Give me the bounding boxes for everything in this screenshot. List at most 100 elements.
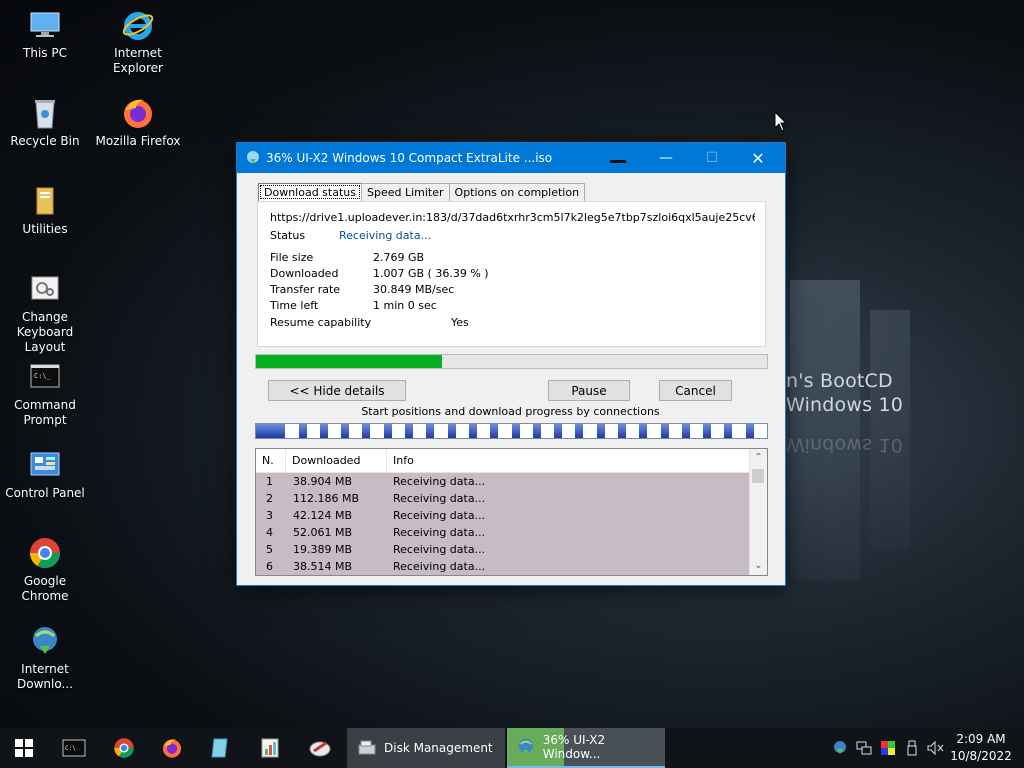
scrollbar-thumb[interactable]: [752, 469, 764, 483]
taskbar: C:\ Disk Management 36% UI-X2 Window... …: [0, 728, 1024, 768]
row-number: 1: [266, 475, 273, 488]
cancel-button[interactable]: Cancel: [659, 380, 732, 401]
taskbar-chrome[interactable]: [100, 728, 148, 768]
row-info: Receiving data...: [393, 509, 486, 522]
desktop-icon-control-panel[interactable]: Control Panel: [0, 448, 90, 501]
window-titlebar[interactable]: 36% UI-X2 Windows 10 Compact ExtraLite .…: [237, 143, 785, 173]
download-progress-bar: [255, 354, 768, 369]
idm-icon: [518, 738, 533, 755]
row-downloaded: 19.389 MB: [293, 543, 353, 556]
tray-network-icon[interactable]: [853, 728, 875, 768]
row-number: 2: [266, 492, 273, 505]
hide-details-button[interactable]: << Hide details: [268, 380, 406, 401]
drag-handle-icon: [610, 160, 626, 163]
desktop-icon-utilities[interactable]: Utilities: [0, 184, 90, 237]
connection-segment: [682, 424, 690, 438]
list-header: N. Downloaded Info: [256, 449, 750, 473]
table-row[interactable]: 4 52.061 MB Receiving data...: [256, 524, 750, 541]
table-row[interactable]: 2 112.186 MB Receiving data...: [256, 490, 750, 507]
internet-explorer-icon: [121, 8, 155, 42]
tray-idm-icon[interactable]: [829, 728, 851, 768]
row-downloaded: 52.061 MB: [293, 526, 353, 539]
column-header-downloaded[interactable]: Downloaded: [286, 449, 387, 472]
taskbar-app-label: Disk Management: [384, 741, 493, 755]
chevron-down-icon[interactable]: ⌄: [750, 557, 767, 574]
tray-usb-icon[interactable]: [901, 728, 923, 768]
desktop-icon-label: Change Keyboard Layout: [16, 310, 74, 354]
recycle-bin-icon: [28, 96, 62, 130]
row-downloaded: 42.124 MB: [293, 509, 353, 522]
download-window: 36% UI-X2 Windows 10 Compact ExtraLite .…: [236, 142, 786, 586]
taskbar-command-prompt[interactable]: C:\: [50, 728, 98, 768]
tab-download-status[interactable]: Download status: [258, 183, 362, 201]
list-scrollbar[interactable]: ⌃ ⌄: [749, 449, 767, 575]
taskbar-idm-download[interactable]: 36% UI-X2 Window...: [507, 728, 665, 768]
desktop-icon-internet-download-manager[interactable]: Internet Downlo...: [0, 624, 90, 692]
desktop-icon-command-prompt[interactable]: C:\_ Command Prompt: [0, 360, 90, 428]
desktop-icon-mozilla-firefox[interactable]: Mozilla Firefox: [93, 96, 183, 149]
row-info: Receiving data...: [393, 526, 486, 539]
start-button[interactable]: [0, 728, 48, 768]
table-row[interactable]: 3 42.124 MB Receiving data...: [256, 507, 750, 524]
row-info: Receiving data...: [393, 543, 486, 556]
chrome-icon: [28, 536, 62, 570]
column-header-n[interactable]: N.: [256, 449, 286, 472]
close-button[interactable]: ✕: [735, 143, 781, 173]
taskbar-firefox[interactable]: [148, 728, 196, 768]
desktop-icon-internet-explorer[interactable]: Internet Explorer: [93, 8, 183, 76]
connection-segment: [512, 424, 520, 438]
connection-segment: [724, 424, 732, 438]
taskbar-app-chart[interactable]: [246, 728, 294, 768]
download-status-panel: https://drive1.uploadever.in:183/d/37dad…: [257, 201, 766, 347]
row-number: 4: [266, 526, 273, 539]
time-left-label: Time left: [270, 299, 319, 312]
taskbar-app-notes[interactable]: [196, 728, 244, 768]
display-settings-icon: [881, 741, 895, 755]
idm-icon: [28, 624, 62, 658]
desktop-icon-recycle-bin[interactable]: Recycle Bin: [0, 96, 90, 149]
chart-doc-icon: [261, 738, 279, 758]
maximize-button[interactable]: ☐: [689, 143, 735, 173]
taskbar-disk-management[interactable]: Disk Management: [347, 728, 505, 768]
tray-display-icon[interactable]: [877, 728, 899, 768]
file-size-label: File size: [270, 251, 314, 264]
table-row[interactable]: 1 38.904 MB Receiving data...: [256, 473, 750, 490]
connection-segment: [362, 424, 370, 438]
row-downloaded: 112.186 MB: [293, 492, 360, 505]
desktop-icon-this-pc[interactable]: This PC: [0, 8, 90, 61]
tab-speed-limiter[interactable]: Speed Limiter: [360, 183, 450, 201]
desktop-icon-change-keyboard-layout[interactable]: Change Keyboard Layout: [0, 272, 90, 355]
chevron-up-icon[interactable]: ⌃: [750, 449, 767, 466]
row-info: Receiving data...: [393, 492, 486, 505]
folder-icon: [28, 184, 62, 218]
row-info: Receiving data...: [393, 475, 486, 488]
windows-logo-icon: [15, 739, 33, 757]
pause-button[interactable]: Pause: [548, 380, 630, 401]
connection-segment: [746, 424, 754, 438]
tray-volume-muted-icon[interactable]: [925, 728, 947, 768]
wallpaper-brand-reflection: Windows 10: [786, 434, 904, 456]
usb-drive-icon: [907, 740, 917, 756]
svg-text:C:\: C:\: [65, 745, 76, 752]
connections-title: Start positions and download progress by…: [361, 405, 660, 418]
column-header-info[interactable]: Info: [387, 449, 750, 472]
list-rows: 1 38.904 MB Receiving data... 2 112.186 MB R…: [256, 473, 750, 575]
firefox-icon: [162, 739, 182, 758]
status-label: Status: [270, 229, 306, 242]
desktop-icon-label: Internet Explorer: [113, 46, 163, 75]
table-row[interactable]: 6 38.514 MB Receiving data...: [256, 558, 750, 575]
tab-options-on-completion[interactable]: Options on completion: [448, 183, 586, 201]
taskbar-clock[interactable]: 2:09 AM 10/8/2022: [946, 731, 1016, 765]
row-info: Receiving data...: [393, 560, 486, 573]
command-prompt-icon: C:\_: [28, 360, 62, 394]
desktop-icon-label: Internet Downlo...: [17, 662, 73, 691]
taskbar-app-tools[interactable]: [296, 728, 344, 768]
row-downloaded: 38.514 MB: [293, 560, 353, 573]
clock-date: 10/8/2022: [950, 749, 1012, 763]
control-panel-icon: [28, 448, 62, 482]
minimize-button[interactable]: —: [643, 143, 689, 173]
table-row[interactable]: 5 19.389 MB Receiving data...: [256, 541, 750, 558]
connection-segment: [618, 424, 626, 438]
desktop-icon-google-chrome[interactable]: Google Chrome: [0, 536, 90, 604]
connection-segment: [703, 424, 711, 438]
